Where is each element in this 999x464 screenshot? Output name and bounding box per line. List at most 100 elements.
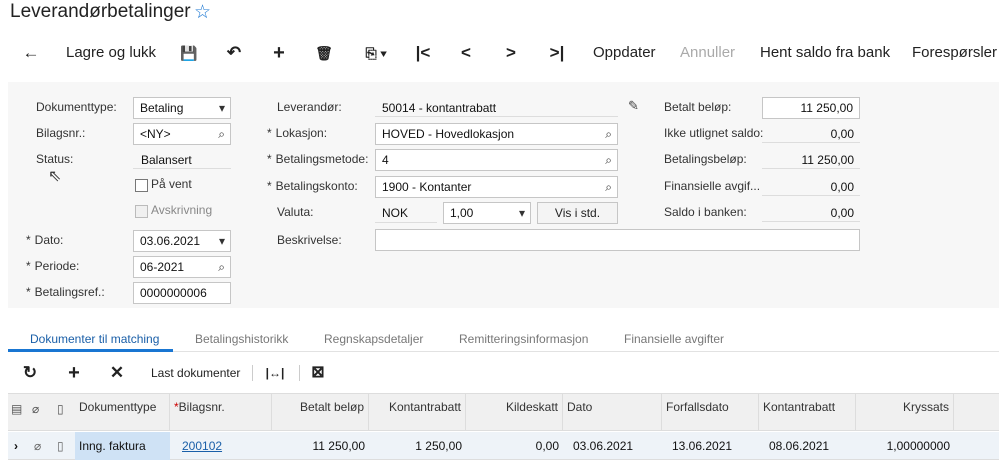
currency-underline — [375, 222, 437, 223]
col-voucher[interactable]: *Bilagsnr. — [170, 394, 272, 430]
writeoff-checkbox[interactable] — [135, 205, 148, 218]
first-record-icon[interactable]: |< — [410, 36, 436, 70]
cell-doc-type[interactable]: Inng. faktura — [75, 432, 170, 460]
delete-row-icon[interactable]: ✕ — [105, 358, 129, 388]
doc-type-select[interactable]: Betaling ▾ — [133, 97, 231, 119]
location-value: HOVED - Hovedlokasjon — [382, 127, 515, 141]
cell-voucher-link[interactable]: 200102 — [178, 432, 272, 460]
payment-amount-underline — [762, 168, 860, 169]
search-icon[interactable]: ⌕ — [605, 124, 612, 144]
search-icon[interactable]: ⌕ — [605, 150, 612, 170]
attachment-icon: ⌀ — [32, 402, 40, 416]
date-label: * Dato: — [26, 230, 63, 250]
bank-balance-label: Saldo i banken: — [664, 205, 747, 219]
date-input[interactable]: 03.06.2021 ▾ — [133, 230, 231, 252]
attachment-icon[interactable]: ⌀ — [30, 432, 45, 460]
description-input[interactable] — [375, 229, 860, 251]
on-hold-checkbox[interactable] — [135, 179, 148, 192]
unapplied-balance-label: Ikke utlignet saldo: — [664, 126, 764, 140]
toolbar-divider — [252, 365, 253, 381]
currency-code: NOK — [382, 206, 409, 220]
cell-withholding-tax[interactable]: 0,00 — [466, 432, 563, 460]
tab-payment-history[interactable]: Betalingshistorikk — [195, 328, 288, 352]
delete-icon[interactable]: 🗑 — [311, 36, 337, 70]
description-label: Beskrivelse: — [277, 233, 342, 247]
cell-due-date[interactable]: 13.06.2021 — [668, 432, 759, 460]
last-record-icon[interactable]: >| — [544, 36, 570, 70]
tab-finance-charges[interactable]: Finansielle avgifter — [624, 328, 724, 352]
finance-charges-label: Finansielle avgif... — [664, 179, 761, 193]
mouse-cursor-icon: ⇖ — [48, 168, 62, 185]
voucher-label: Bilagsnr.: — [36, 126, 86, 140]
add-icon[interactable]: + — [266, 36, 292, 70]
cell-discount-date[interactable]: 08.06.2021 — [765, 432, 856, 460]
paid-amount-label: Betalt beløp: — [664, 100, 732, 114]
col-paid-amount[interactable]: Betalt beløp — [272, 394, 369, 430]
period-input[interactable]: 06-2021 ⌕ — [133, 256, 231, 278]
tab-remittance-info[interactable]: Remitteringsinformasjon — [459, 328, 588, 352]
vendor-value[interactable]: 50014 - kontantrabatt — [382, 98, 496, 118]
search-icon[interactable]: ⌕ — [605, 177, 612, 197]
search-icon[interactable]: ⌕ — [218, 124, 225, 144]
col-date[interactable]: Dato — [563, 394, 662, 430]
next-record-icon[interactable]: > — [498, 36, 524, 70]
save-icon[interactable]: 💾 — [176, 36, 202, 70]
period-label-text: Periode: — [34, 259, 80, 273]
inquiries-menu[interactable]: Forespørsler — [912, 36, 997, 70]
required-mark: * — [26, 233, 31, 247]
col-cross-rate[interactable]: Kryssats — [856, 394, 954, 430]
col-discount-date[interactable]: Kontantrabatt — [759, 394, 856, 430]
unapplied-underline — [762, 142, 860, 143]
col-due-date[interactable]: Forfallsdato — [662, 394, 759, 430]
star-outline-icon[interactable]: ☆ — [194, 1, 211, 24]
paid-amount-input[interactable]: 11 250,00 — [762, 97, 860, 119]
save-close-button[interactable]: Lagre og lukk — [66, 36, 156, 70]
cell-date[interactable]: 03.06.2021 — [569, 432, 662, 460]
refresh-icon[interactable]: ↻ — [18, 358, 42, 388]
row-selector-icon[interactable]: ▤ — [11, 402, 22, 416]
date-value: 03.06.2021 — [140, 234, 201, 248]
back-arrow-icon[interactable]: ← — [18, 36, 44, 70]
search-icon[interactable]: ⌕ — [218, 257, 225, 277]
col-withholding-tax[interactable]: Kildeskatt — [466, 394, 563, 430]
cancel-button[interactable]: Annuller — [680, 36, 735, 70]
col-doc-type[interactable]: Dokumenttype — [75, 394, 170, 430]
edit-pencil-icon[interactable]: ✎ — [628, 98, 639, 114]
previous-record-icon[interactable]: < — [453, 36, 479, 70]
note-icon[interactable]: ▯ — [53, 432, 68, 460]
col-cash-discount[interactable]: Kontantrabatt — [369, 394, 466, 430]
location-label-text: Lokasjon: — [275, 126, 328, 140]
payment-account-label-text: Betalingskonto: — [275, 179, 358, 193]
update-button[interactable]: Oppdater — [593, 36, 656, 70]
copy-paste-icon[interactable]: ⎘ ▾ — [358, 36, 394, 70]
undo-icon[interactable]: ↶ — [221, 36, 247, 70]
add-row-icon[interactable]: + — [62, 358, 86, 388]
payment-amount-label: Betalingsbeløp: — [664, 152, 747, 166]
payment-method-input[interactable]: 4 ⌕ — [375, 149, 618, 171]
grid-toolbar: ↻ + ✕ Last dokumenter |↔| ⊠ — [8, 358, 999, 388]
cell-cross-rate[interactable]: 1,00000000 — [856, 432, 954, 460]
summary-form: Dokumenttype: Betaling ▾ Bilagsnr.: <NY>… — [8, 82, 999, 308]
cell-cash-discount[interactable]: 1 250,00 — [369, 432, 466, 460]
tab-accounting-details[interactable]: Regnskapsdetaljer — [324, 328, 423, 352]
payment-account-label: * Betalingskonto: — [267, 176, 358, 196]
payment-account-input[interactable]: 1900 - Kontanter ⌕ — [375, 176, 618, 198]
grid-header: ▤ ⌀ ▯ Dokumenttype *Bilagsnr. Betalt bel… — [8, 393, 999, 431]
view-base-currency-button[interactable]: Vis i std. — [537, 202, 618, 224]
currency-rate-value: 1,00 — [450, 206, 474, 220]
payment-ref-input[interactable]: 0000000006 — [133, 282, 231, 304]
load-documents-button[interactable]: Last dokumenter — [151, 358, 240, 388]
location-input[interactable]: HOVED - Hovedlokasjon ⌕ — [375, 123, 618, 145]
unapplied-balance-value: 0,00 — [830, 127, 854, 141]
fit-columns-icon[interactable]: |↔| — [262, 358, 288, 388]
export-excel-icon[interactable]: ⊠ — [306, 358, 330, 388]
doc-type-label: Dokumenttype: — [36, 100, 117, 114]
row-expand-chevron-icon[interactable]: › — [10, 432, 22, 460]
title-bar: Leverandørbetalinger ☆ — [0, 0, 999, 28]
currency-rate-select[interactable]: 1,00 ▾ — [443, 202, 531, 224]
required-mark: * — [26, 285, 31, 299]
voucher-input[interactable]: <NY> ⌕ — [133, 123, 231, 145]
cell-paid-amount[interactable]: 11 250,00 — [272, 432, 369, 460]
table-row[interactable]: › ⌀ ▯ Inng. faktura 200102 11 250,00 1 2… — [8, 432, 999, 460]
get-bank-balance-button[interactable]: Hent saldo fra bank — [760, 36, 890, 70]
